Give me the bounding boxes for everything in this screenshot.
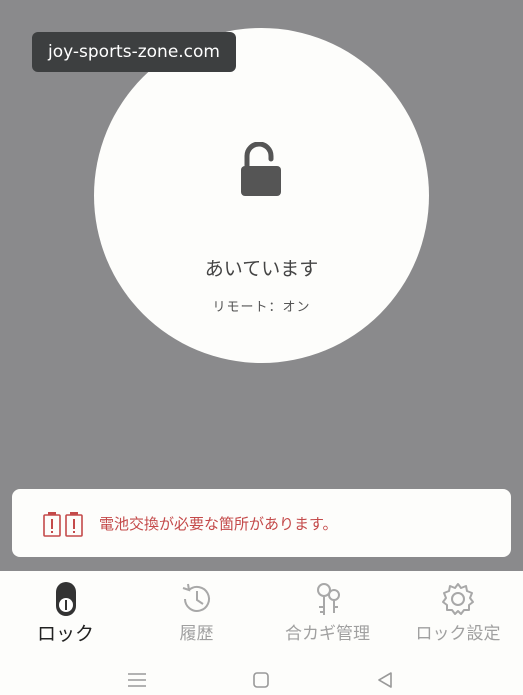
battery-warning-icon	[43, 512, 83, 537]
menu-icon[interactable]	[126, 671, 148, 689]
tab-lock[interactable]: ロック	[0, 571, 131, 663]
unlocked-padlock-icon	[241, 142, 281, 196]
tab-history[interactable]: 履歴	[131, 571, 262, 663]
bottom-tab-bar: ロック 履歴 合カギ管理 ロック設定	[0, 571, 523, 663]
watermark: joy-sports-zone.com	[32, 32, 236, 72]
lock-status-text: あいています	[204, 258, 319, 280]
lock-toggle-icon	[55, 582, 76, 616]
home-icon[interactable]	[252, 671, 270, 689]
tab-label: ロック設定	[415, 624, 501, 644]
system-navigation-bar	[0, 663, 523, 695]
gear-icon	[442, 583, 474, 615]
remote-status-text: リモート：オン	[212, 300, 311, 315]
history-clock-icon	[182, 583, 210, 612]
tab-label: 合カギ管理	[285, 624, 370, 644]
lock-toggle-circle[interactable]: あいています リモート：オン	[94, 28, 429, 363]
tab-label: ロック	[36, 623, 94, 645]
tab-label: 履歴	[179, 624, 214, 644]
battery-alert-banner[interactable]: 電池交換が必要な箇所があります。	[12, 489, 511, 557]
tab-lock-settings[interactable]: ロック設定	[393, 571, 523, 663]
tab-key-management[interactable]: 合カギ管理	[262, 571, 393, 663]
back-icon[interactable]	[376, 671, 394, 689]
battery-alert-text: 電池交換が必要な箇所があります。	[99, 515, 338, 533]
keys-icon	[316, 583, 340, 615]
